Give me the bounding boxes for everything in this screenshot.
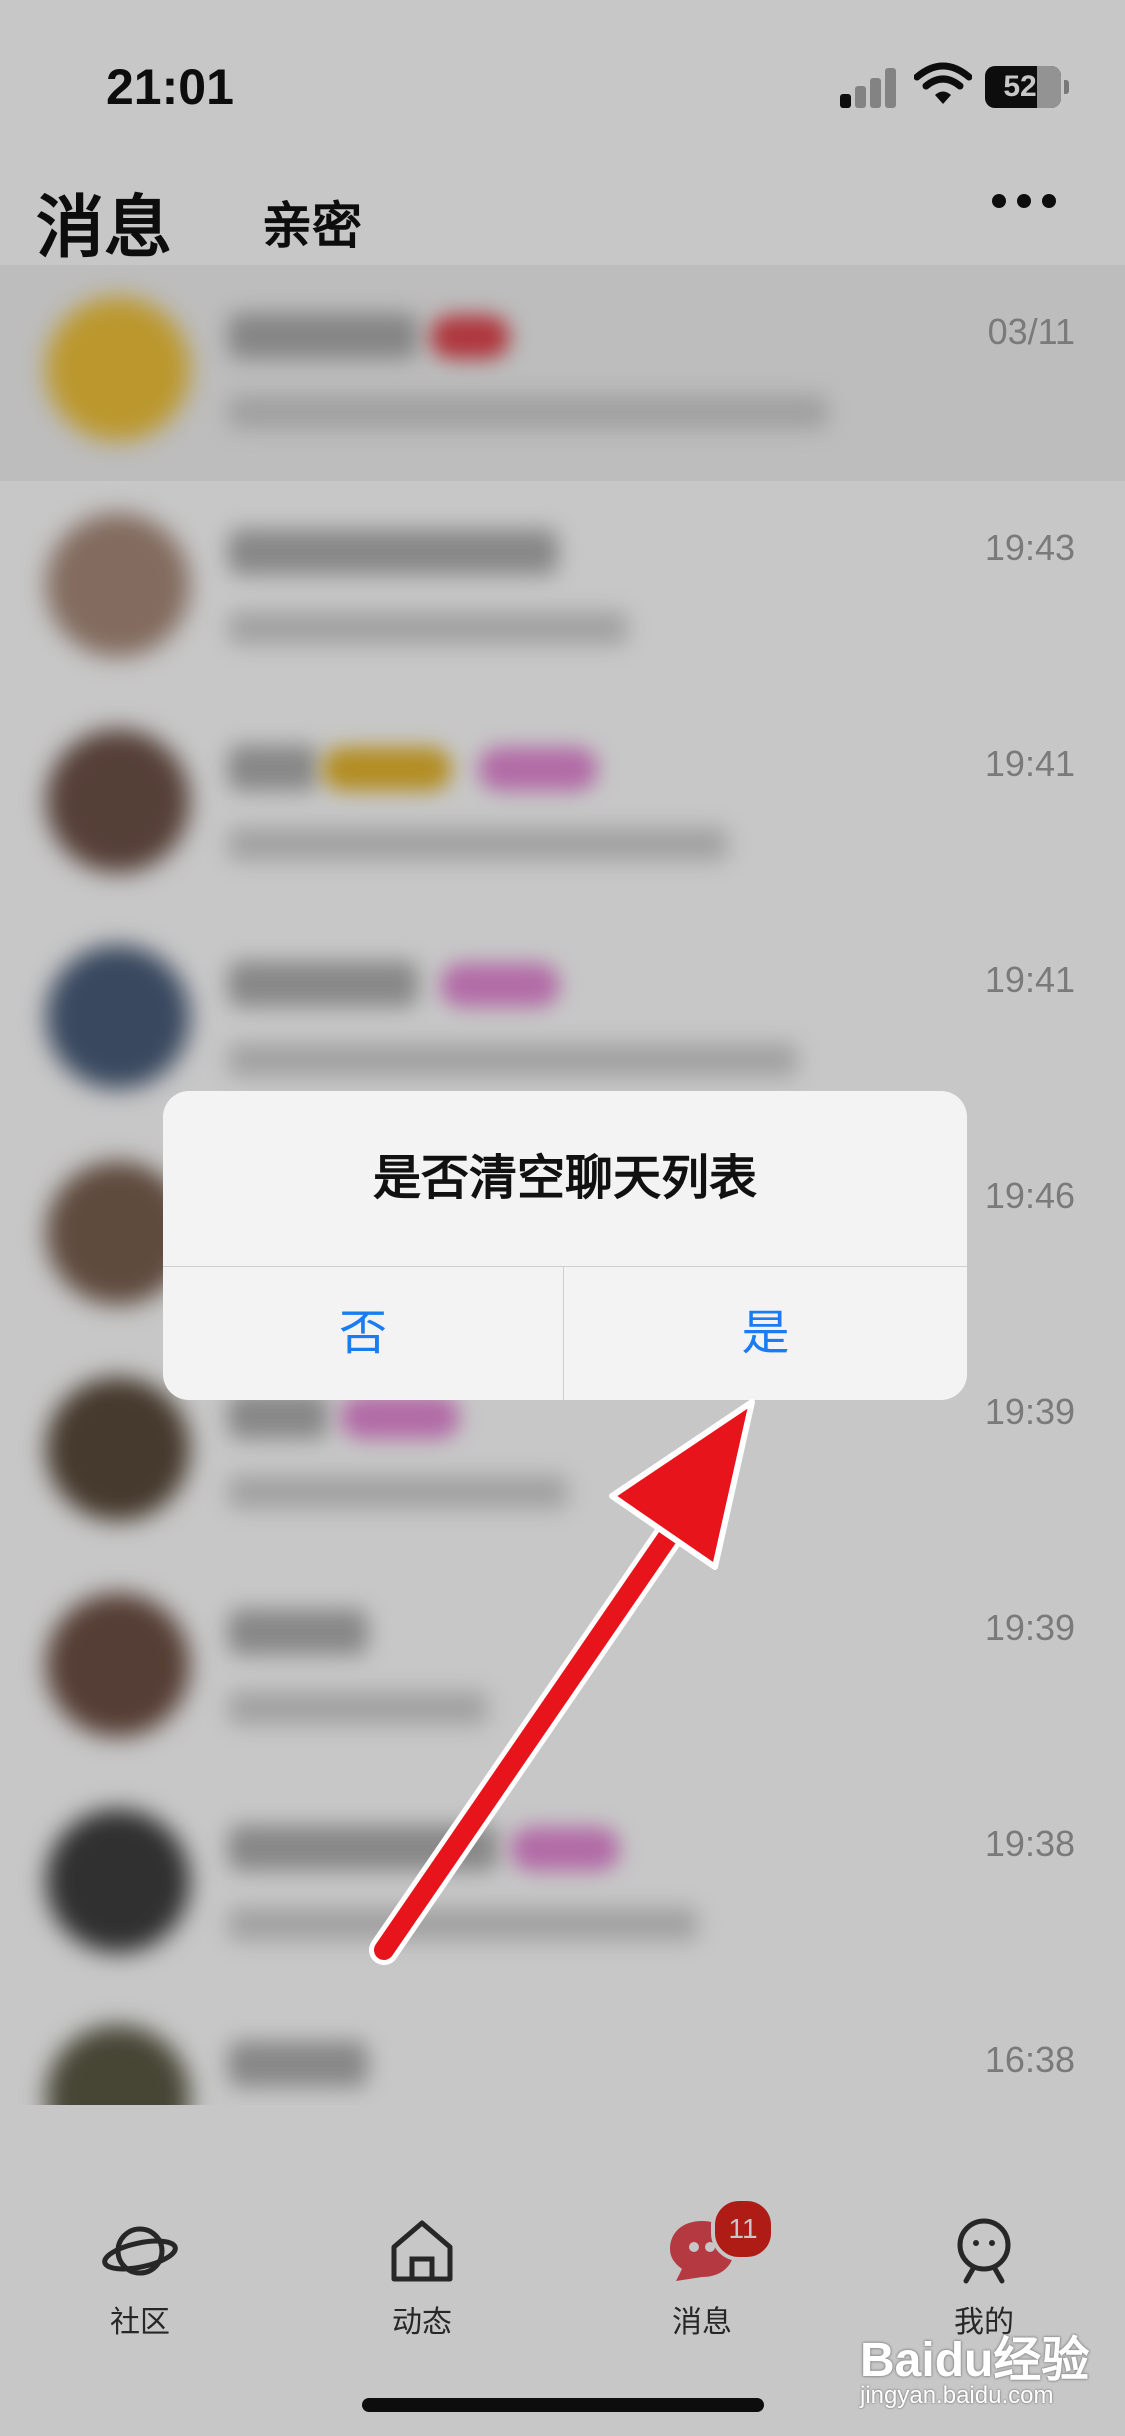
watermark-url: jingyan.baidu.com bbox=[860, 2382, 1054, 2409]
annotation-arrow-icon bbox=[369, 1399, 755, 1965]
watermark-logo: Baidu经验 bbox=[860, 2334, 1090, 2387]
watermark: Baidu经验 jingyan.baidu.com bbox=[860, 2320, 1110, 2430]
